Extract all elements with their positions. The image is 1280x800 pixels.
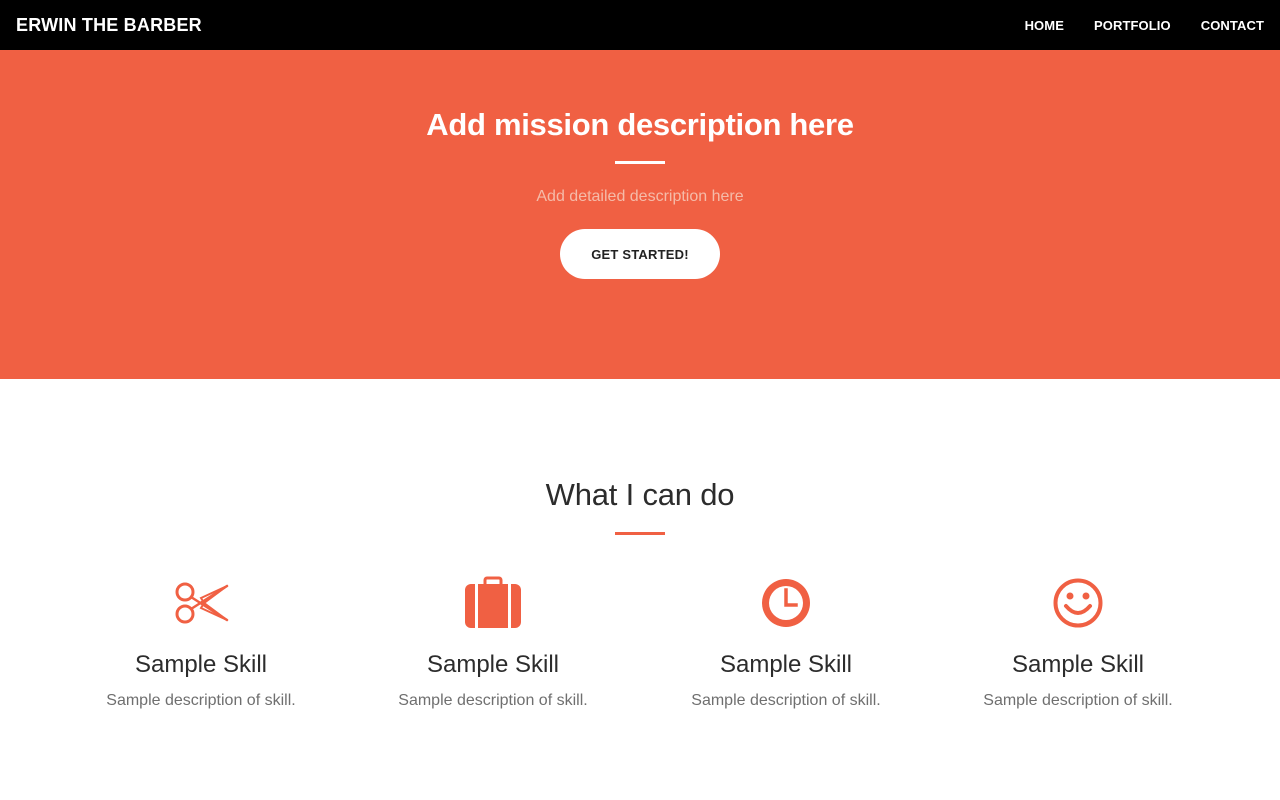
- nav-link-contact[interactable]: CONTACT: [1201, 18, 1264, 33]
- skills-divider: [615, 532, 665, 535]
- skill-title: Sample Skill: [426, 651, 560, 678]
- skill-item: Sample Skill Sample description of skill…: [640, 576, 932, 710]
- skill-title: Sample Skill: [134, 651, 268, 678]
- hero-divider: [615, 161, 665, 164]
- briefcase-icon: [463, 576, 523, 630]
- skill-description: Sample description of skill.: [106, 692, 296, 709]
- skill-item: Sample Skill Sample description of skill…: [932, 576, 1224, 710]
- get-started-button[interactable]: GET STARTED!: [560, 229, 720, 279]
- clock-icon: [756, 576, 816, 630]
- skill-description: Sample description of skill.: [398, 692, 588, 709]
- skills-title: What I can do: [545, 477, 735, 512]
- skill-title: Sample Skill: [1011, 651, 1145, 678]
- navbar: ERWIN THE BARBER HOME PORTFOLIO CONTACT: [0, 0, 1280, 50]
- nav-links: HOME PORTFOLIO CONTACT: [995, 18, 1264, 33]
- skill-title: Sample Skill: [719, 651, 853, 678]
- nav-link-portfolio[interactable]: PORTFOLIO: [1094, 18, 1171, 33]
- hero-title: Add mission description here: [426, 107, 854, 142]
- hero-subtitle: Add detailed description here: [536, 188, 744, 205]
- smiley-icon: [1048, 576, 1108, 630]
- skill-item: Sample Skill Sample description of skill…: [347, 576, 639, 710]
- brand-link[interactable]: ERWIN THE BARBER: [16, 15, 202, 36]
- skill-item: Sample Skill Sample description of skill…: [55, 576, 347, 710]
- skill-description: Sample description of skill.: [691, 692, 881, 709]
- scissors-icon: [171, 576, 231, 630]
- nav-link-home[interactable]: HOME: [1025, 18, 1064, 33]
- hero-section: Add mission description here Add detaile…: [0, 50, 1280, 379]
- skill-description: Sample description of skill.: [983, 692, 1173, 709]
